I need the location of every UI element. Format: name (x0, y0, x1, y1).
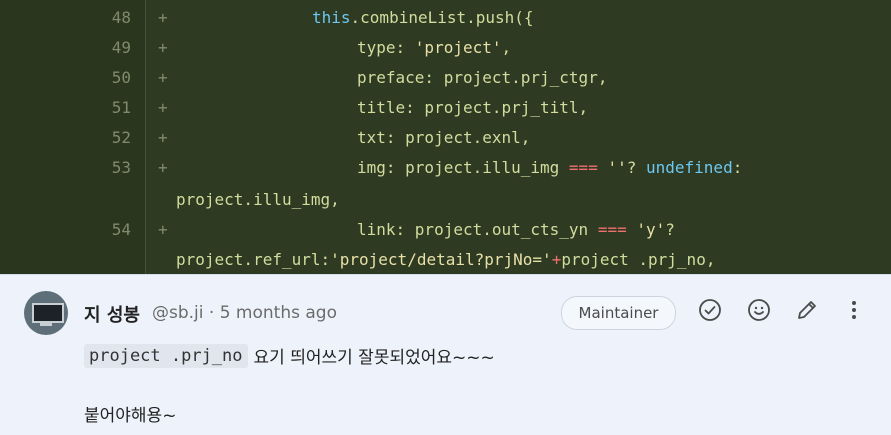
line-number[interactable]: 53 (0, 158, 131, 177)
code-token: project.ref_url: (176, 250, 331, 269)
code-token: === (568, 158, 598, 177)
line-number[interactable]: 52 (0, 128, 131, 147)
code-line: preface: project.prj_ctgr, (357, 68, 607, 87)
code-line: img: project.illu_img === ''? undefined: (357, 158, 742, 177)
added-line-marker: + (158, 158, 168, 177)
code-token: preface: project.prj_ctgr, (357, 68, 608, 87)
code-token: ? (665, 220, 675, 239)
added-line-marker: + (158, 68, 168, 87)
edit-button[interactable] (793, 296, 821, 324)
react-button[interactable] (745, 296, 773, 324)
added-line-marker: + (158, 220, 168, 239)
diff-view: 48 + this.combineList.push({ 49 + type: 'proj… (0, 0, 891, 274)
code-token: this (312, 8, 351, 27)
inline-code: project .prj_no (84, 343, 248, 368)
gutter-divider (145, 0, 146, 274)
added-line-marker: + (158, 98, 168, 117)
code-token: '' (607, 158, 627, 177)
comment-body-line: project .prj_no 요기 띄어쓰기 잘못되었어요~~~ (84, 343, 495, 368)
role-badge: Maintainer (561, 296, 676, 330)
code-token: type: (357, 38, 415, 57)
comment-thread: 지 성봉 @sb.ji · 5 months ago Maintainer pr… (0, 274, 891, 435)
code-token: title: project.prj_titl, (357, 98, 589, 117)
resolve-button[interactable] (696, 296, 724, 324)
code-token: project.illu_img, (176, 190, 340, 209)
code-token: : (732, 158, 743, 177)
code-token: project .prj_no, (561, 250, 716, 269)
code-token: 'y' (636, 220, 666, 239)
code-token: , (501, 38, 512, 57)
code-token: undefined (646, 158, 733, 177)
comment-text: 요기 띄어쓰기 잘못되었어요~~~ (253, 348, 495, 368)
line-number[interactable]: 51 (0, 98, 131, 117)
added-line-marker: + (158, 128, 168, 147)
more-actions-button[interactable] (840, 296, 868, 324)
code-token: .combineList.push({ (350, 8, 534, 27)
more-vertical-icon (852, 301, 856, 319)
added-line-marker: + (158, 8, 168, 27)
line-number[interactable]: 50 (0, 68, 131, 87)
code-token: link: project.out_cts_yn (357, 220, 598, 239)
code-line: link: project.out_cts_yn === 'y'? (357, 220, 675, 239)
avatar[interactable] (24, 291, 68, 335)
code-token: img: project.illu_img (357, 158, 569, 177)
monitor-stand (40, 323, 52, 326)
comment-author[interactable]: 지 성봉 (84, 301, 140, 327)
code-line: this.combineList.push({ (312, 8, 534, 27)
code-token: ? (626, 158, 646, 177)
monitor-icon (32, 303, 64, 323)
line-number[interactable]: 49 (0, 38, 131, 57)
code-token: + (551, 250, 562, 269)
code-line: type: 'project', (357, 38, 511, 57)
check-circle-icon (699, 299, 721, 321)
added-line-marker: + (158, 38, 168, 57)
code-token: 'project/detail?prjNo=' (330, 250, 552, 269)
code-token: === (597, 220, 627, 239)
line-number[interactable]: 48 (0, 8, 131, 27)
code-token: 'project' (414, 38, 502, 57)
comment-text-2: 붙어야해용~ (84, 406, 177, 426)
code-token: txt: project.exnl, (357, 128, 531, 147)
line-number[interactable]: 54 (0, 220, 131, 239)
pencil-icon (798, 301, 816, 319)
code-line: title: project.prj_titl, (357, 98, 588, 117)
smiley-icon (748, 299, 770, 321)
code-line: txt: project.exnl, (357, 128, 530, 147)
code-line: project.ref_url:'project/detail?prjNo='+… (176, 250, 715, 269)
comment-meta[interactable]: @sb.ji · 5 months ago (152, 303, 337, 323)
code-line: project.illu_img, (176, 190, 340, 209)
